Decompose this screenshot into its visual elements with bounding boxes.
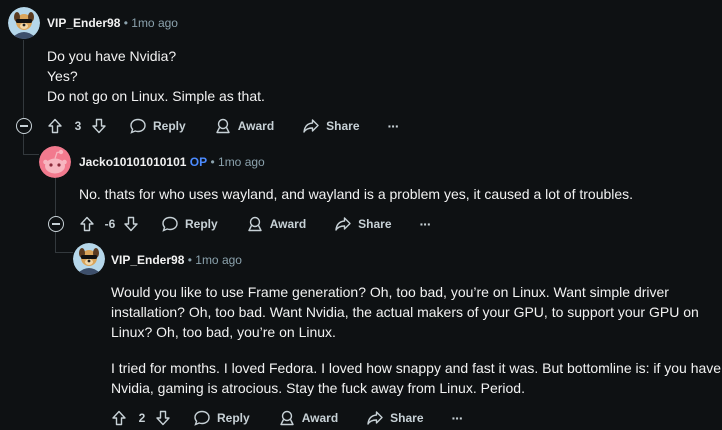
comment-body: Would you like to use Frame generation? … (111, 282, 722, 398)
upvote-icon (48, 118, 62, 134)
upvote-icon (112, 410, 126, 426)
more-options-button[interactable]: ··· (387, 118, 400, 134)
thread-line (23, 134, 24, 154)
share-label: Share (358, 217, 392, 231)
username[interactable]: VIP_Ender98 (111, 253, 184, 267)
username[interactable]: VIP_Ender98 (47, 16, 120, 30)
award-label: Award (237, 119, 275, 133)
award-label: Award (269, 217, 307, 231)
share-button[interactable]: Share (334, 215, 392, 233)
separator: • (187, 253, 192, 267)
comment-actions: 2 Reply Award Share ··· (111, 406, 464, 430)
share-button[interactable]: Share (366, 409, 424, 427)
thread-curve (55, 252, 73, 253)
comment-actions: 3 Reply Award Share ··· (47, 114, 400, 138)
comment-actions: -6 Reply Award Share ··· (79, 212, 432, 236)
reply-button[interactable]: Reply (193, 409, 250, 427)
reply-icon (194, 410, 210, 426)
timestamp[interactable]: 1mo ago (131, 16, 178, 30)
share-icon (335, 217, 351, 231)
op-badge: OP (189, 155, 208, 169)
reply-label: Reply (153, 119, 186, 133)
comment-paragraph: I tried for months. I loved Fedora. I lo… (111, 360, 722, 396)
timestamp[interactable]: 1mo ago (218, 155, 265, 169)
thread-curve (23, 154, 39, 155)
dog-avatar-icon (73, 243, 105, 275)
award-icon (279, 410, 294, 426)
more-icon: ··· (387, 118, 400, 134)
more-icon: ··· (451, 410, 464, 426)
timestamp[interactable]: 1mo ago (195, 253, 242, 267)
downvote-icon (92, 118, 106, 134)
comment-paragraph: Would you like to use Frame generation? … (111, 284, 699, 340)
collapse-icon[interactable] (16, 118, 32, 134)
comment-line: No. thats for who uses wayland, and wayl… (79, 186, 634, 202)
separator: • (210, 155, 215, 169)
reply-button[interactable]: Reply (129, 117, 186, 135)
thread-line (55, 178, 56, 216)
more-icon: ··· (419, 216, 432, 232)
comment-line: Do you have Nvidia? (47, 48, 177, 64)
avatar[interactable] (8, 7, 40, 39)
downvote-button[interactable] (123, 216, 139, 232)
award-button[interactable]: Award (246, 215, 306, 233)
avatar[interactable] (39, 146, 71, 178)
comment-line: Yes? (47, 68, 78, 84)
downvote-button[interactable] (155, 410, 171, 426)
reply-label: Reply (185, 217, 218, 231)
collapse-icon[interactable] (48, 216, 64, 232)
share-label: Share (390, 411, 424, 425)
award-button[interactable]: Award (278, 409, 338, 427)
more-options-button[interactable]: ··· (451, 410, 464, 426)
comment-body: Do you have Nvidia? Yes? Do not go on Li… (47, 46, 707, 106)
share-icon (303, 119, 319, 133)
downvote-icon (156, 410, 170, 426)
snoo-avatar-icon (39, 146, 71, 178)
award-button[interactable]: Award (214, 117, 274, 135)
upvote-button[interactable] (47, 118, 63, 134)
comment-body: No. thats for who uses wayland, and wayl… (79, 184, 709, 204)
avatar[interactable] (73, 243, 105, 275)
vote-count: 3 (74, 119, 82, 133)
username[interactable]: Jacko10101010101 (79, 155, 186, 169)
downvote-button[interactable] (91, 118, 107, 134)
share-button[interactable]: Share (302, 117, 360, 135)
thread-line (55, 232, 56, 252)
reply-button[interactable]: Reply (161, 215, 218, 233)
vote-count: -6 (104, 217, 116, 231)
dog-avatar-icon (8, 7, 40, 39)
thread-line (23, 40, 24, 118)
downvote-icon (124, 216, 138, 232)
separator: • (123, 16, 128, 30)
upvote-icon (80, 216, 94, 232)
upvote-button[interactable] (111, 410, 127, 426)
share-icon (367, 411, 383, 425)
vote-count: 2 (138, 411, 146, 425)
award-icon (247, 216, 262, 232)
reply-icon (162, 216, 178, 232)
reply-label: Reply (217, 411, 250, 425)
share-label: Share (326, 119, 360, 133)
reply-icon (130, 118, 146, 134)
award-label: Award (301, 411, 339, 425)
comment-line: Do not go on Linux. Simple as that. (47, 88, 265, 104)
more-options-button[interactable]: ··· (419, 216, 432, 232)
award-icon (215, 118, 230, 134)
upvote-button[interactable] (79, 216, 95, 232)
